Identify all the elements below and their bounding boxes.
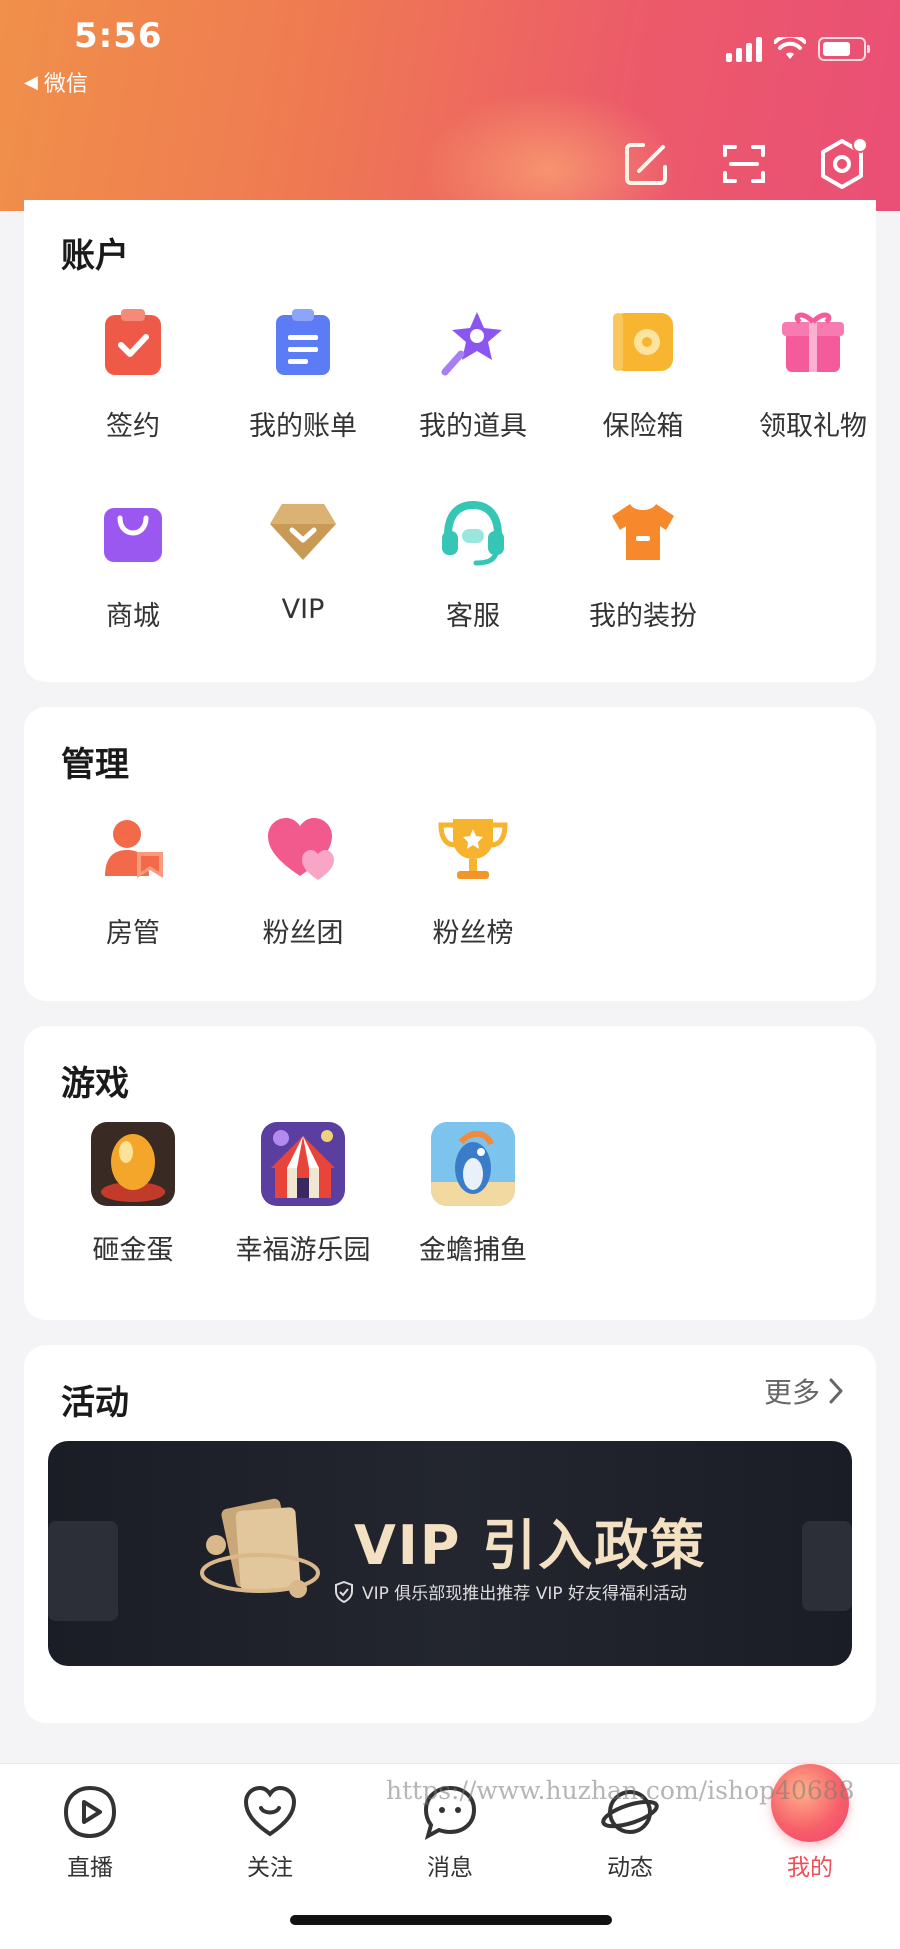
golden-egg-game-icon bbox=[91, 1122, 175, 1206]
account-item-label: 商城 bbox=[106, 601, 160, 632]
scan-icon bbox=[723, 145, 765, 183]
manage-item-fan-rank[interactable]: 粉丝榜 bbox=[388, 809, 558, 950]
shield-check-icon bbox=[335, 1580, 353, 1603]
account-item-label: 领取礼物 bbox=[759, 411, 867, 442]
tab-live[interactable]: 直播 bbox=[30, 1782, 150, 1882]
cellular-signal-icon bbox=[726, 36, 762, 62]
account-item-label: 客服 bbox=[446, 601, 500, 632]
edit-icon bbox=[625, 143, 667, 185]
more-link[interactable]: 更多 bbox=[764, 1371, 844, 1411]
fishing-game-icon bbox=[431, 1122, 515, 1206]
back-triangle-icon: ◀ bbox=[24, 71, 38, 93]
account-title: 账户 bbox=[61, 236, 129, 276]
account-item-safe[interactable]: 保险箱 bbox=[558, 302, 728, 443]
back-to-wechat[interactable]: ◀ 微信 bbox=[24, 66, 88, 98]
follow-heart-icon bbox=[210, 1782, 330, 1842]
settings-button[interactable] bbox=[814, 136, 870, 192]
account-item-label: 签约 bbox=[106, 411, 160, 442]
safe-box-icon bbox=[603, 302, 683, 382]
account-item-sign[interactable]: 签约 bbox=[48, 302, 218, 443]
scan-button[interactable] bbox=[716, 136, 772, 192]
tab-follow[interactable]: 关注 bbox=[210, 1782, 330, 1882]
status-time: 5:56 bbox=[74, 16, 163, 56]
tshirt-icon bbox=[603, 492, 683, 572]
more-label: 更多 bbox=[763, 1376, 820, 1409]
vip-policy-banner[interactable]: VIP 引入政策 VIP 俱乐部现推出推荐 VIP 好友得福利活动 bbox=[48, 1441, 852, 1666]
tab-label: 消息 bbox=[427, 1855, 473, 1881]
account-item-props[interactable]: 我的道具 bbox=[388, 302, 558, 443]
activity-card: 活动 更多 VIP 引入政策 VIP 俱乐部现推出推荐 VIP 好友得福利活动 bbox=[24, 1345, 876, 1723]
game-item-happy-park[interactable]: 幸福游乐园 bbox=[218, 1122, 388, 1267]
manage-item-label: 粉丝榜 bbox=[432, 918, 514, 949]
battery-icon bbox=[818, 37, 870, 61]
manage-item-room-admin[interactable]: 房管 bbox=[48, 809, 218, 950]
trophy-icon bbox=[433, 809, 513, 889]
account-item-label: 保险箱 bbox=[602, 411, 684, 442]
manage-title: 管理 bbox=[61, 745, 129, 785]
manage-item-fan-group[interactable]: 粉丝团 bbox=[218, 809, 388, 950]
account-item-label: 我的账单 bbox=[249, 411, 357, 442]
wifi-icon bbox=[774, 37, 806, 59]
account-item-service[interactable]: 客服 bbox=[388, 492, 558, 633]
activity-title: 活动 bbox=[61, 1383, 129, 1423]
account-item-bill[interactable]: 我的账单 bbox=[218, 302, 388, 443]
account-card: 账户 签约 我的账单 我的道具 保险箱 领取礼物 商城 VIP 客服 我的装扮 bbox=[24, 200, 876, 682]
vip-diamond-icon bbox=[263, 492, 343, 572]
tab-label: 我的 bbox=[787, 1855, 833, 1881]
banner-subtitle-text: VIP 俱乐部现推出推荐 VIP 好友得福利活动 bbox=[362, 1584, 687, 1604]
tab-label: 动态 bbox=[607, 1855, 653, 1881]
hearts-icon bbox=[263, 809, 343, 889]
circus-tent-game-icon bbox=[261, 1122, 345, 1206]
room-admin-icon bbox=[93, 809, 173, 889]
shopping-bag-icon bbox=[93, 492, 173, 572]
account-item-dressup[interactable]: 我的装扮 bbox=[558, 492, 728, 633]
edit-button[interactable] bbox=[618, 136, 674, 192]
banner-subtitle: VIP 俱乐部现推出推荐 VIP 好友得福利活动 bbox=[334, 1579, 687, 1604]
watermark-text: https://www.huzhan.com/ishop40688 bbox=[386, 1776, 855, 1805]
manage-item-label: 房管 bbox=[106, 918, 160, 949]
headset-icon bbox=[433, 492, 513, 572]
account-item-vip[interactable]: VIP bbox=[218, 492, 388, 625]
vip-card-illustration bbox=[200, 1498, 320, 1598]
account-item-label: 我的道具 bbox=[419, 411, 527, 442]
game-item-label: 砸金蛋 bbox=[92, 1235, 174, 1266]
bill-icon bbox=[263, 302, 343, 382]
live-play-icon bbox=[30, 1782, 150, 1842]
account-item-label: VIP bbox=[281, 594, 325, 625]
game-item-label: 金蟾捕鱼 bbox=[419, 1235, 527, 1266]
back-app-label: 微信 bbox=[43, 72, 88, 97]
decor-cup-right bbox=[802, 1521, 852, 1611]
account-item-label: 我的装扮 bbox=[589, 601, 697, 632]
decor-box-left bbox=[48, 1521, 118, 1621]
home-indicator[interactable] bbox=[290, 1915, 612, 1925]
account-item-mall[interactable]: 商城 bbox=[48, 492, 218, 633]
games-title: 游戏 bbox=[61, 1064, 129, 1104]
game-item-label: 幸福游乐园 bbox=[235, 1235, 371, 1266]
games-card: 游戏 砸金蛋 幸福游乐园 金蟾捕鱼 bbox=[24, 1026, 876, 1320]
manage-card: 管理 房管 粉丝团 粉丝榜 bbox=[24, 707, 876, 1001]
manage-item-label: 粉丝团 bbox=[262, 918, 344, 949]
chevron-right-icon bbox=[829, 1378, 843, 1404]
tab-label: 关注 bbox=[247, 1855, 293, 1881]
account-item-gift[interactable]: 领取礼物 bbox=[728, 302, 898, 443]
clipboard-check-icon bbox=[93, 302, 173, 382]
banner-title: VIP 引入政策 bbox=[354, 1514, 707, 1577]
game-item-golden-egg[interactable]: 砸金蛋 bbox=[48, 1122, 218, 1267]
status-indicators bbox=[726, 36, 870, 62]
magic-wand-star-icon bbox=[433, 302, 513, 382]
tab-label: 直播 bbox=[67, 1855, 113, 1881]
game-item-fishing[interactable]: 金蟾捕鱼 bbox=[388, 1122, 558, 1267]
gift-box-icon bbox=[773, 302, 853, 382]
settings-gear-icon bbox=[821, 137, 868, 189]
profile-header: 5:56 ◀ 微信 bbox=[0, 0, 900, 250]
